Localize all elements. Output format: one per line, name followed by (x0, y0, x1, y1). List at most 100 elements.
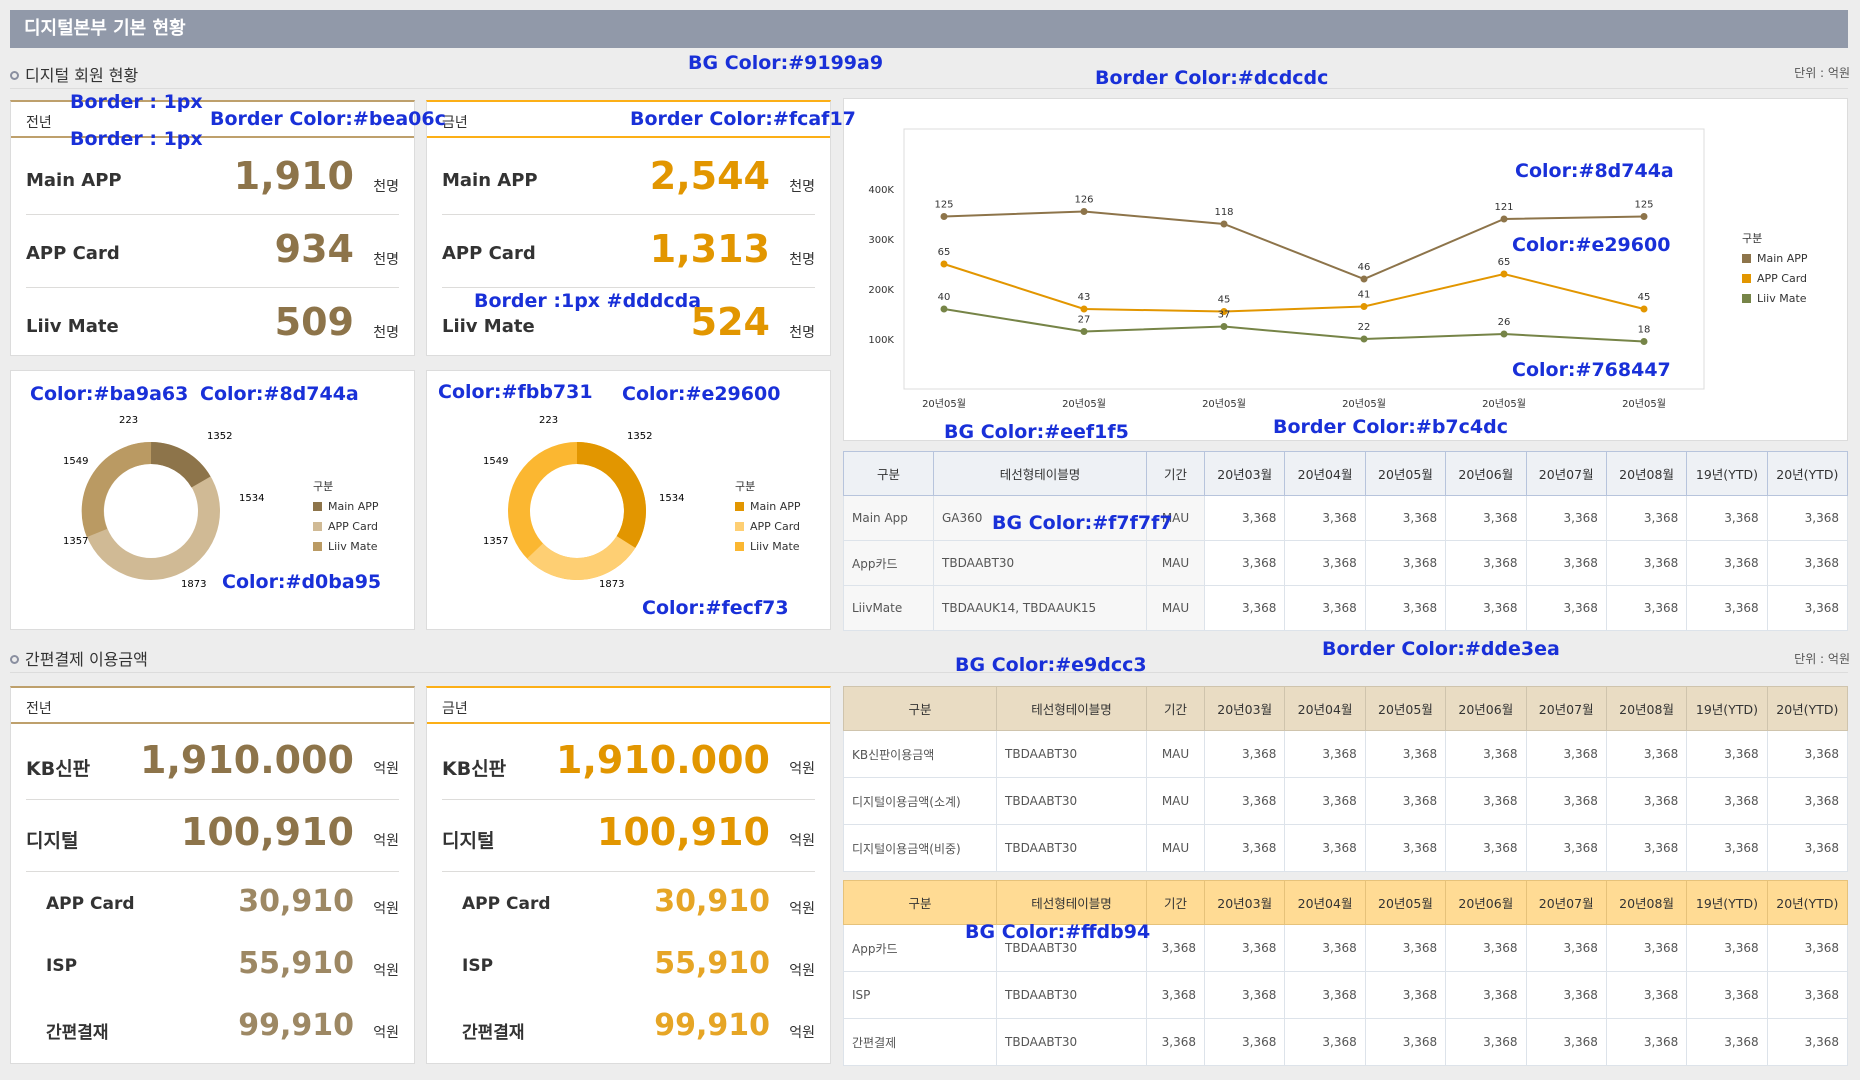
table-cell: 3,368 (1686, 540, 1768, 586)
data-label: 41 (1358, 290, 1371, 301)
data-label: 43 (1078, 292, 1091, 303)
table-cell: MAU (1146, 824, 1205, 872)
table-header-cell: 20년04월 (1284, 451, 1366, 496)
table-cell: 3,368 (1284, 777, 1366, 825)
data-point (1640, 338, 1648, 345)
data-point (1220, 323, 1228, 330)
pay-row-label: APP Card (462, 894, 551, 914)
data-label: 65 (938, 247, 951, 258)
data-label: 18 (1638, 325, 1651, 336)
donut-slice-mainapp (576, 442, 646, 548)
pay-row-value: 1,910.000 (140, 738, 354, 782)
data-label: 26 (1498, 317, 1511, 328)
data-point (1360, 275, 1368, 283)
table-header-cell: 20년08월 (1605, 686, 1688, 731)
data-point (1500, 330, 1508, 338)
pay-row-label: KB신판 (442, 758, 507, 780)
table-cell: 3,368 (1284, 971, 1366, 1019)
table-cell: TBDAABT30 (996, 730, 1147, 778)
table-cell: 3,368 (1284, 1018, 1366, 1066)
bullet-icon (10, 71, 19, 80)
pay-row-unit: 억원 (373, 1025, 399, 1041)
table-cell: MAU (1146, 585, 1205, 631)
table-row: 디지털이용금액(비중) TBDAABT30 MAU 3,368 3,368 3,368 3,… (843, 824, 1849, 872)
table-cell: 3,368 (1766, 971, 1849, 1019)
pay-row-unit: 억원 (373, 761, 399, 777)
line-chart: 100K 200K 300K 400K 20년05월 20년05월 20년05월 20년05월… (868, 128, 1705, 410)
payment-table-2: 구분 테선형테이블명 기간 20년03월 20년04월 20년05월 20년06월 20년07… (843, 880, 1849, 1066)
table-cell: TBDAABT30 (996, 777, 1147, 825)
table-cell: 3,368 (1203, 585, 1286, 631)
annotation: Border Color:#dcdcdc (1095, 67, 1329, 89)
pay-row: KB신판 1,910.000 억원 (442, 728, 815, 800)
annotation: BG Color:#f7f7f7 (992, 512, 1173, 534)
members-row-appcard: APP Card 934 천명 (26, 215, 399, 288)
table-row: LiivMate TBDAAUK14, TBDAAUK15 MAU 3,368 3,36… (843, 585, 1849, 631)
payment-table-1: 구분 테선형테이블명 기간 20년03월 20년04월 20년05월 20년06월 20년07… (843, 686, 1849, 872)
data-point (940, 260, 948, 268)
data-label: 121 (1494, 202, 1513, 213)
data-label: 45 (1218, 295, 1231, 306)
donut-label: 1357 (483, 536, 508, 547)
data-point (940, 305, 948, 313)
table-cell: 3,368 (1203, 540, 1286, 586)
section-title-members: 디지털 회원 현황 (10, 62, 138, 86)
table-cell: 3,368 (1525, 777, 1607, 825)
table-cell: 3,368 (1284, 924, 1366, 972)
table-cell: 3,368 (1686, 777, 1768, 825)
annotation: Color:#8d744a (200, 383, 359, 405)
members-row-appcard: APP Card 1,313 천명 (442, 215, 815, 288)
pay-row-label: 간편결재 (46, 1023, 109, 1043)
table-cell: 3,368 (1445, 824, 1527, 872)
pay-row: 간편결재 99,910 억원 (26, 996, 399, 1058)
unit-label: 단위 : 억원 (1794, 66, 1850, 80)
donut-slice-appcard (527, 535, 636, 580)
donut-label: 1352 (627, 431, 652, 442)
x-tick-label: 20년05월 (1622, 398, 1666, 410)
pay-row-value: 30,910 (238, 884, 354, 919)
table-cell: 3,368 (1364, 777, 1447, 825)
table-cell: 3,368 (1686, 1018, 1768, 1066)
table-header-cell: 20년05월 (1364, 686, 1447, 731)
pay-prev-card: 전년 KB신판 1,910.000 억원 디지털 100,910 억원 APP Ca… (10, 686, 415, 1064)
table-cell: 3,368 (1445, 1018, 1527, 1066)
data-point (1640, 213, 1648, 220)
table-header-cell: 20년(YTD) (1766, 451, 1849, 496)
donut-label: 1534 (659, 493, 684, 504)
table-header-cell: 테선형테이블명 (933, 451, 1147, 496)
table-cell: 3,368 (1525, 824, 1607, 872)
table-header-cell: 20년06월 (1445, 451, 1527, 496)
table-cell: 3,368 (1284, 495, 1366, 541)
pay-row: KB신판 1,910.000 억원 (26, 728, 399, 800)
annotation: Border Color:#fcaf17 (630, 108, 856, 130)
annotation: Border Color:#bea06c (210, 108, 446, 130)
table-cell: 3,368 (1203, 730, 1286, 778)
table-header-cell: 20년07월 (1525, 451, 1607, 496)
table-cell: 3,368 (1445, 540, 1527, 586)
line-chart-card: 100K 200K 300K 400K 20년05월 20년05월 20년05월 20년05월… (843, 98, 1848, 441)
data-point (1360, 303, 1368, 310)
table-cell: 3,368 (1605, 730, 1688, 778)
table-header-cell: 19년(YTD) (1686, 686, 1768, 731)
table-cell: 3,368 (1364, 495, 1447, 541)
table-header-cell: 20년07월 (1525, 686, 1607, 731)
table-cell: 3,368 (1146, 1018, 1205, 1066)
table-cell: 3,368 (1525, 1018, 1607, 1066)
table-cell: 3,368 (1686, 585, 1768, 631)
table-cell: 3,368 (1364, 730, 1447, 778)
table-cell: 3,368 (1364, 1018, 1447, 1066)
pay-row-label: 디지털 (26, 830, 79, 852)
annotation: Border : 1px (70, 128, 203, 150)
table-header-cell: 20년05월 (1364, 880, 1447, 925)
table-cell: 3,368 (1445, 971, 1527, 1019)
table-cell: 3,368 (1525, 971, 1607, 1019)
annotation: Color:#e29600 (1512, 234, 1671, 256)
data-label: 37 (1218, 310, 1231, 321)
pay-row: 간편결재 99,910 억원 (442, 996, 815, 1058)
table-header-cell: 기간 (1146, 451, 1205, 496)
data-label: 126 (1074, 195, 1093, 206)
pay-row: ISP 55,910 억원 (442, 934, 815, 996)
pay-row-unit: 억원 (373, 901, 399, 917)
table-cell: 3,368 (1146, 924, 1205, 972)
pay-row-value: 100,910 (596, 810, 770, 854)
